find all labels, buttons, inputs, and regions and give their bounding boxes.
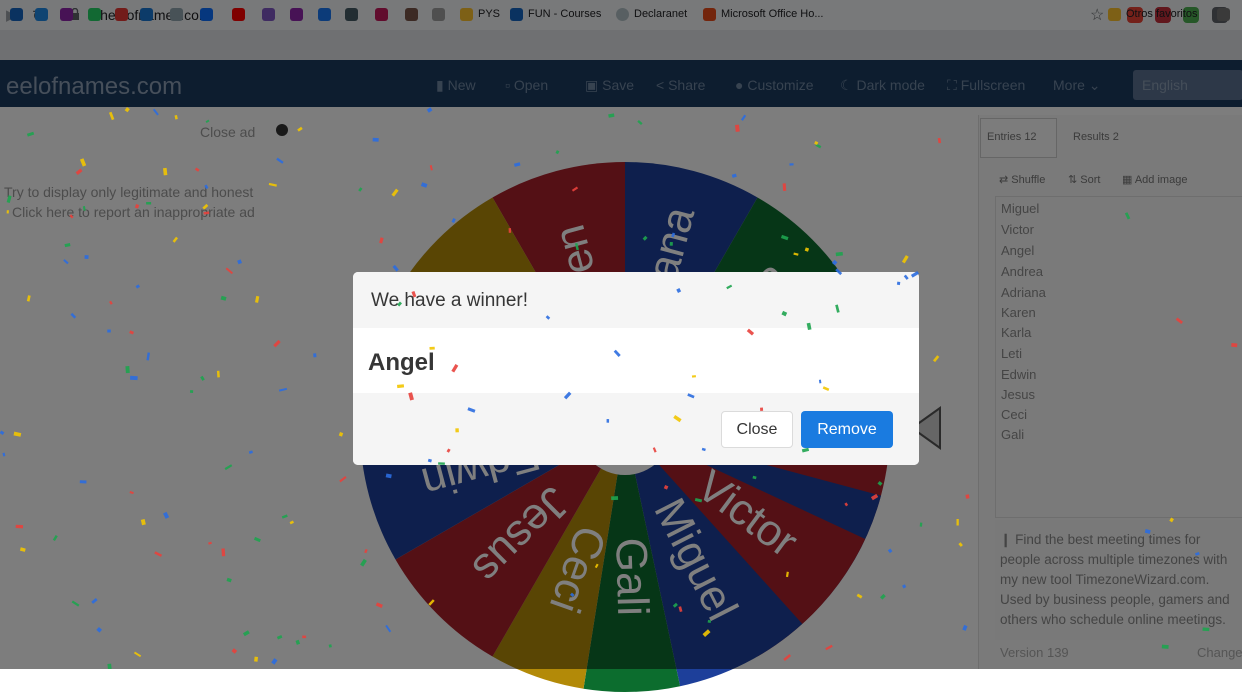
dialog-body: Angel — [353, 328, 919, 394]
dialog-header: We have a winner! — [353, 272, 919, 329]
remove-button[interactable]: Remove — [801, 411, 893, 448]
winner-name: Angel — [368, 349, 435, 376]
dialog-footer: Close Remove — [353, 393, 919, 465]
dialog-title: We have a winner! — [371, 290, 529, 311]
close-button[interactable]: Close — [721, 411, 793, 448]
winner-dialog: We have a winner! Angel Close Remove — [353, 272, 919, 465]
